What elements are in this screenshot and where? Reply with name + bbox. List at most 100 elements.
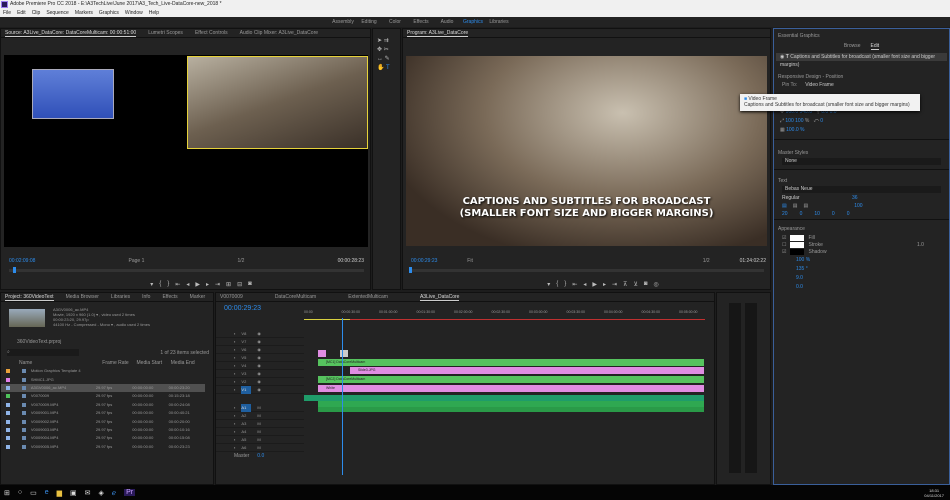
mute-icon[interactable]: M xyxy=(257,444,260,452)
workspace-graphics[interactable]: Graphics xyxy=(460,17,486,27)
source-tab[interactable]: Lumetri Scopes xyxy=(148,29,183,37)
lock-icon[interactable]: ▪ xyxy=(234,370,235,378)
playhead[interactable] xyxy=(13,267,16,273)
source-tab[interactable]: Effect Controls xyxy=(195,29,228,37)
go-to-out-button[interactable]: ⇥ xyxy=(215,281,220,288)
workspace-effects[interactable]: Effects xyxy=(408,17,434,27)
align-center-button[interactable]: ▤ xyxy=(793,203,798,209)
list-item[interactable]: A3GV0006_ac.MP4 29.97 fps 00:00:00:00 00:00… xyxy=(1,383,205,393)
export-frame-button[interactable]: ◙ xyxy=(248,281,252,288)
toggle-output-icon[interactable]: ◉ xyxy=(257,362,261,370)
project-tab[interactable]: Info xyxy=(142,293,150,301)
marker-button[interactable]: ▾ xyxy=(547,281,550,288)
export-frame-button[interactable]: ◙ xyxy=(644,281,648,288)
menu-graphics[interactable]: Graphics xyxy=(99,9,119,17)
menu-help[interactable]: Help xyxy=(149,9,159,17)
pen-icon[interactable]: ✎ xyxy=(385,56,390,62)
kerning-value[interactable]: 0 xyxy=(800,211,803,217)
source-timecode[interactable]: 00:02:09:08 xyxy=(9,258,35,264)
label-color[interactable] xyxy=(6,394,10,399)
stroke-checkbox[interactable]: ☐ xyxy=(782,242,786,248)
program-zoom-select[interactable]: 1/2 xyxy=(703,258,710,264)
label-color[interactable] xyxy=(6,436,10,441)
workspace-color[interactable]: Color xyxy=(382,17,408,27)
timeline-timecode[interactable]: 00:00:29:23 xyxy=(224,305,261,312)
lock-icon[interactable]: ▪ xyxy=(234,362,235,370)
pin-to-select[interactable]: Video Frame xyxy=(805,82,834,88)
track-name[interactable]: V5 xyxy=(241,354,251,362)
lock-icon[interactable]: ▪ xyxy=(234,346,235,354)
eye-icon[interactable]: ◉ xyxy=(780,54,784,60)
project-search-input[interactable]: ⌕ xyxy=(7,349,79,356)
label-color[interactable] xyxy=(6,402,10,407)
track-name[interactable]: A5 xyxy=(241,436,251,444)
clip[interactable]: Slide3.JPG xyxy=(350,367,704,374)
track-name[interactable]: A1 xyxy=(241,403,252,412)
menu-file[interactable]: File xyxy=(3,9,11,17)
track-name[interactable]: V7 xyxy=(241,338,251,346)
track-name[interactable]: V2 xyxy=(241,378,251,386)
scale-height[interactable]: 100 xyxy=(795,118,803,124)
track-name[interactable]: A6 xyxy=(241,444,251,452)
source-tab[interactable]: Audio Clip Mixer: A3Live_DataCore xyxy=(240,29,318,37)
hand-icon[interactable]: ✋ xyxy=(377,65,384,71)
task-view-icon[interactable]: ▭ xyxy=(30,489,37,497)
program-tab[interactable]: Program: A3Live_DataCore xyxy=(407,29,469,37)
list-item[interactable]: V0009001.MP4 29.97 fps 00:00:00:00 00:00:40… xyxy=(1,409,205,417)
audio-clip[interactable] xyxy=(318,407,704,412)
play-button[interactable]: ▶ xyxy=(195,281,200,288)
lock-icon[interactable]: ▪ xyxy=(234,428,235,436)
column-header[interactable]: Media Start xyxy=(137,359,171,367)
vr-button[interactable]: ◎ xyxy=(653,281,658,288)
mark-out-button[interactable]: } xyxy=(167,281,169,288)
list-item[interactable]: V0070009.MP4 29.97 fps 00:00:00:00 00:00:24… xyxy=(1,401,205,409)
extract-button[interactable]: ⊻ xyxy=(633,281,637,288)
label-color[interactable] xyxy=(6,369,10,374)
shadow-opacity[interactable]: 100 % xyxy=(796,256,927,265)
lift-button[interactable]: ⊼ xyxy=(623,281,627,288)
lock-icon[interactable]: ▪ xyxy=(234,338,235,346)
toggle-output-icon[interactable]: ◉ xyxy=(257,386,261,394)
toggle-output-icon[interactable]: ◉ xyxy=(257,378,261,386)
sequence-tab[interactable]: V0070009 xyxy=(220,293,243,301)
step-back-button[interactable]: ◂ xyxy=(583,281,586,288)
mute-icon[interactable]: M xyxy=(257,404,260,412)
track-name[interactable]: V3 xyxy=(241,370,251,378)
app-icon[interactable]: ◈ xyxy=(99,489,104,497)
font-select[interactable]: Bebas Neue xyxy=(782,186,941,193)
track-name[interactable]: A4 xyxy=(241,428,251,436)
ripple-edit-icon[interactable]: ✥ xyxy=(377,47,382,53)
mail-icon[interactable]: ✉ xyxy=(85,489,91,497)
toggle-output-icon[interactable]: ◉ xyxy=(257,338,261,346)
mute-icon[interactable]: M xyxy=(257,412,260,420)
mark-in-button[interactable]: { xyxy=(159,281,161,288)
slip-icon[interactable]: ↔ xyxy=(377,56,383,62)
menu-window[interactable]: Window xyxy=(125,9,143,17)
workspace-editing[interactable]: Editing xyxy=(356,17,382,27)
label-color[interactable] xyxy=(6,419,10,424)
shadow-swatch[interactable] xyxy=(790,249,805,255)
page-select[interactable]: Page 1 xyxy=(129,258,145,264)
list-item[interactable]: V0009003.MP4 29.97 fps 00:00:00:00 00:00:10… xyxy=(1,426,205,434)
master-volume[interactable]: 0.0 xyxy=(257,452,264,460)
list-item[interactable]: V0070009 29.97 fps 00:00:00:00 00:15:23:18 xyxy=(1,392,205,400)
baseline-value[interactable]: 0 xyxy=(832,211,835,217)
tab-browse[interactable]: Browse xyxy=(844,43,861,50)
workspace-audio[interactable]: Audio xyxy=(434,17,460,27)
tab-edit[interactable]: Edit xyxy=(870,43,880,50)
fit-select[interactable]: Fit xyxy=(467,258,473,264)
align-value[interactable]: 100 xyxy=(854,203,862,209)
lock-icon[interactable]: ▪ xyxy=(234,412,235,420)
program-timecode[interactable]: 00:00:29:23 xyxy=(411,258,437,264)
track-name[interactable]: V6 xyxy=(241,346,251,354)
program-scrubber[interactable] xyxy=(409,267,764,273)
opacity-value[interactable]: 100.0 % xyxy=(786,127,804,133)
tsume-value[interactable]: 0 xyxy=(847,211,850,217)
playhead[interactable] xyxy=(409,267,412,273)
lock-icon[interactable]: ▪ xyxy=(234,386,235,394)
store-icon[interactable]: ▣ xyxy=(70,489,77,497)
list-item[interactable]: V0009004.MP4 29.97 fps 00:00:00:00 00:00:15… xyxy=(1,434,205,442)
caption-overlay[interactable]: CAPTIONS AND SUBTITLES FOR BROADCAST (SM… xyxy=(406,196,767,220)
master-style-select[interactable]: None xyxy=(782,158,941,165)
toggle-output-icon[interactable]: ◉ xyxy=(257,330,261,338)
